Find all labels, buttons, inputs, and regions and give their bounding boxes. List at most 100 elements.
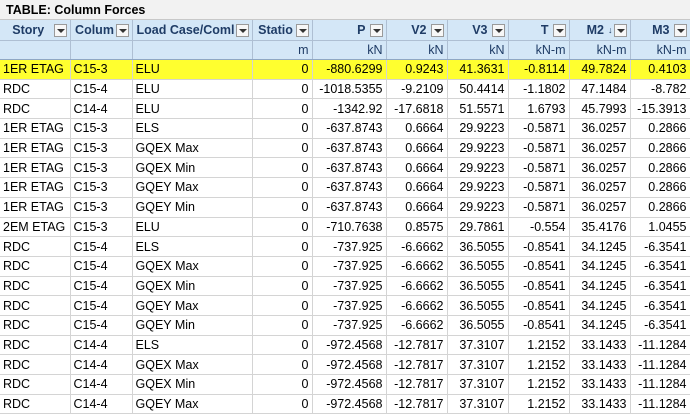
cell-t[interactable]: -0.5871 <box>508 138 570 159</box>
cell-story[interactable]: RDC <box>0 354 71 375</box>
cell-v3[interactable]: 37.3107 <box>447 354 509 375</box>
cell-load-case[interactable]: GQEX Max <box>132 256 253 277</box>
cell-column[interactable]: C15-4 <box>70 79 133 100</box>
cell-station[interactable]: 0 <box>252 256 313 277</box>
cell-v3[interactable]: 29.9223 <box>447 197 509 218</box>
cell-t[interactable]: -0.5871 <box>508 197 570 218</box>
cell-station[interactable]: 0 <box>252 98 313 120</box>
cell-m3[interactable]: -6.3541 <box>630 236 690 257</box>
cell-station[interactable]: 0 <box>252 157 313 179</box>
cell-p[interactable]: -637.8743 <box>312 177 387 198</box>
cell-v3[interactable]: 29.9223 <box>447 118 509 139</box>
cell-load-case[interactable]: GQEX Min <box>132 276 253 297</box>
cell-v2[interactable]: -6.6662 <box>386 295 448 316</box>
cell-story[interactable]: RDC <box>0 335 71 356</box>
cell-load-case[interactable]: GQEX Min <box>132 374 253 395</box>
cell-story[interactable]: RDC <box>0 295 71 316</box>
filter-dropdown-icon[interactable] <box>53 23 67 37</box>
cell-t[interactable]: -0.8541 <box>508 315 570 336</box>
cell-load-case[interactable]: ELU <box>132 217 253 238</box>
cell-load-case[interactable]: GQEY Min <box>132 197 253 218</box>
cell-column[interactable]: C15-3 <box>70 59 133 80</box>
cell-v3[interactable]: 37.3107 <box>447 394 509 415</box>
cell-t[interactable]: 1.2152 <box>508 374 570 395</box>
cell-v2[interactable]: 0.6664 <box>386 197 448 218</box>
cell-story[interactable]: RDC <box>0 98 71 120</box>
cell-v2[interactable]: -6.6662 <box>386 276 448 297</box>
cell-story[interactable]: RDC <box>0 276 71 297</box>
cell-station[interactable]: 0 <box>252 197 313 218</box>
cell-load-case[interactable]: ELU <box>132 79 253 100</box>
cell-m3[interactable]: -6.3541 <box>630 256 690 277</box>
cell-v3[interactable]: 36.5055 <box>447 315 509 336</box>
cell-p[interactable]: -637.8743 <box>312 157 387 179</box>
table-row[interactable]: RDC C14-4 GQEY Max 0 -972.4568 -12.7817 37.310… <box>0 394 690 415</box>
cell-m2[interactable]: 47.1484 <box>569 79 631 100</box>
cell-column[interactable]: C15-3 <box>70 157 133 179</box>
cell-column[interactable]: C15-4 <box>70 295 133 316</box>
cell-v2[interactable]: 0.8575 <box>386 217 448 238</box>
cell-column[interactable]: C15-4 <box>70 276 133 297</box>
cell-load-case[interactable]: GQEY Max <box>132 177 253 198</box>
cell-m2[interactable]: 45.7993 <box>569 98 631 120</box>
cell-t[interactable]: -0.8541 <box>508 256 570 277</box>
cell-m2[interactable]: 34.1245 <box>569 256 631 277</box>
cell-p[interactable]: -737.925 <box>312 295 387 316</box>
cell-p[interactable]: -1018.5355 <box>312 79 387 100</box>
table-row[interactable]: RDC C14-4 GQEX Max 0 -972.4568 -12.7817 37.310… <box>0 354 690 375</box>
filter-dropdown-icon[interactable] <box>115 23 129 37</box>
cell-v2[interactable]: 0.6664 <box>386 138 448 159</box>
cell-story[interactable]: 1ER ETAG <box>0 177 71 198</box>
table-row[interactable]: RDC C15-4 GQEX Min 0 -737.925 -6.6662 36.5055-… <box>0 276 690 297</box>
cell-column[interactable]: C14-4 <box>70 98 133 120</box>
cell-p[interactable]: -637.8743 <box>312 118 387 139</box>
table-row[interactable]: RDC C15-4 GQEY Max 0 -737.925 -6.6662 36.5055-… <box>0 295 690 316</box>
table-row[interactable]: 1ER ETAG C15-3 GQEX Max 0 -637.8743 0.6664 29.… <box>0 138 690 159</box>
cell-column[interactable]: C15-3 <box>70 177 133 198</box>
cell-p[interactable]: -972.4568 <box>312 354 387 375</box>
cell-m2[interactable]: 36.0257 <box>569 177 631 198</box>
cell-m3[interactable]: -11.1284 <box>630 335 690 356</box>
cell-p[interactable]: -880.6299 <box>312 59 387 80</box>
cell-load-case[interactable]: GQEX Max <box>132 354 253 375</box>
cell-m2[interactable]: 36.0257 <box>569 118 631 139</box>
cell-station[interactable]: 0 <box>252 335 313 356</box>
cell-t[interactable]: -0.8114 <box>508 59 570 80</box>
cell-v2[interactable]: -12.7817 <box>386 354 448 375</box>
cell-m3[interactable]: -6.3541 <box>630 276 690 297</box>
cell-column[interactable]: C15-4 <box>70 256 133 277</box>
cell-v3[interactable]: 36.5055 <box>447 256 509 277</box>
cell-m3[interactable]: 0.2866 <box>630 157 690 179</box>
cell-m2[interactable]: 35.4176 <box>569 217 631 238</box>
cell-station[interactable]: 0 <box>252 138 313 159</box>
cell-v2[interactable]: -12.7817 <box>386 394 448 415</box>
cell-m2[interactable]: 36.0257 <box>569 138 631 159</box>
cell-m2[interactable]: 33.1433 <box>569 374 631 395</box>
cell-m3[interactable]: -6.3541 <box>630 295 690 316</box>
cell-v3[interactable]: 37.3107 <box>447 374 509 395</box>
cell-t[interactable]: 1.6793 <box>508 98 570 120</box>
cell-station[interactable]: 0 <box>252 59 313 80</box>
cell-v3[interactable]: 29.9223 <box>447 138 509 159</box>
cell-story[interactable]: RDC <box>0 394 71 415</box>
cell-station[interactable]: 0 <box>252 374 313 395</box>
cell-v3[interactable]: 36.5055 <box>447 276 509 297</box>
cell-t[interactable]: 1.2152 <box>508 394 570 415</box>
cell-m2[interactable]: 36.0257 <box>569 197 631 218</box>
cell-column[interactable]: C14-4 <box>70 394 133 415</box>
cell-column[interactable]: C14-4 <box>70 374 133 395</box>
cell-v3[interactable]: 41.3631 <box>447 59 509 80</box>
cell-m3[interactable]: -11.1284 <box>630 394 690 415</box>
cell-m2[interactable]: 34.1245 <box>569 236 631 257</box>
cell-v2[interactable]: -12.7817 <box>386 335 448 356</box>
cell-m2[interactable]: 49.7824 <box>569 59 631 80</box>
cell-station[interactable]: 0 <box>252 217 313 238</box>
cell-load-case[interactable]: GQEY Max <box>132 295 253 316</box>
cell-v2[interactable]: -6.6662 <box>386 236 448 257</box>
cell-m3[interactable]: 0.2866 <box>630 177 690 198</box>
table-row[interactable]: RDC C15-4 GQEY Min 0 -737.925 -6.6662 36.5055-… <box>0 315 690 336</box>
cell-load-case[interactable]: ELU <box>132 98 253 120</box>
cell-station[interactable]: 0 <box>252 236 313 257</box>
cell-t[interactable]: -0.8541 <box>508 236 570 257</box>
cell-column[interactable]: C14-4 <box>70 335 133 356</box>
